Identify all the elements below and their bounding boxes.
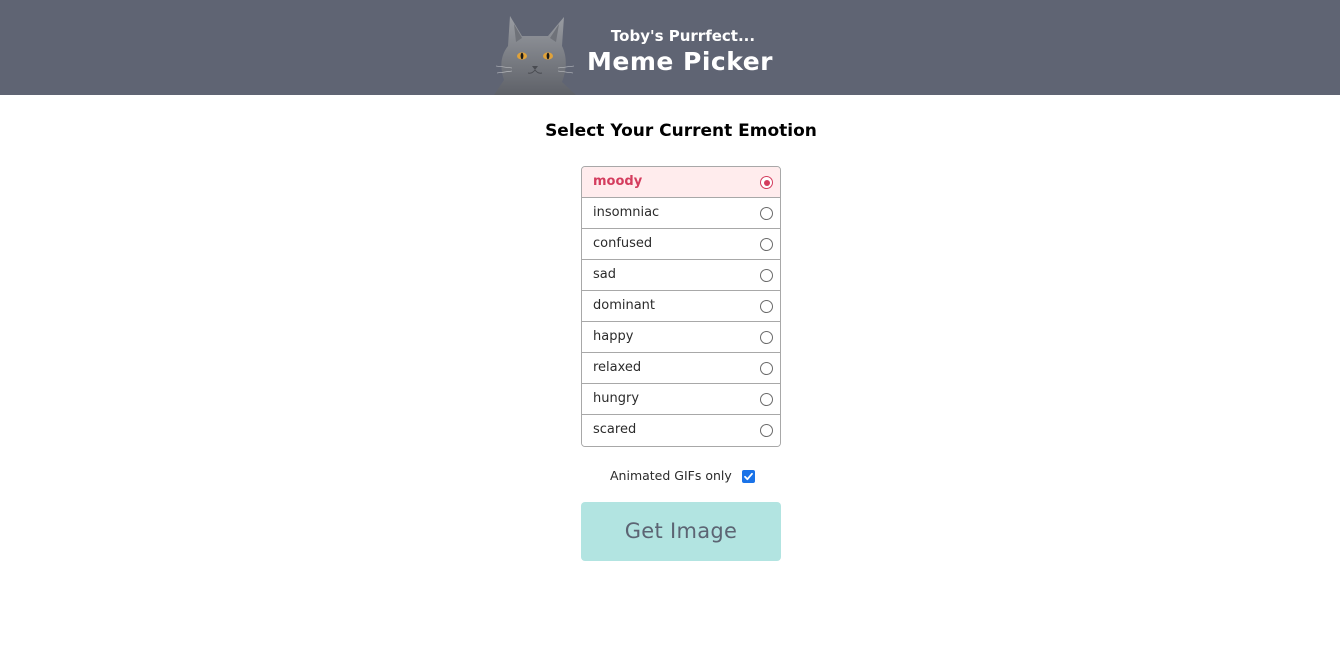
gif-only-checkbox[interactable] (742, 470, 755, 483)
cat-icon (492, 12, 578, 95)
emotion-option-dominant[interactable]: dominant (582, 291, 780, 322)
checkmark-icon (744, 472, 753, 481)
emotion-label: scared (593, 422, 637, 437)
emotion-option-confused[interactable]: confused (582, 229, 780, 260)
emotion-radio[interactable] (760, 269, 773, 282)
site-title-text: Meme Picker (587, 47, 773, 76)
emotion-label: relaxed (593, 360, 642, 375)
emotion-label: confused (593, 236, 653, 251)
emotion-radio[interactable] (760, 362, 773, 375)
emotion-label: hungry (593, 391, 640, 406)
page-heading: Select Your Current Emotion (545, 121, 817, 141)
emotion-radio[interactable] (760, 238, 773, 251)
get-image-button[interactable]: Get Image (581, 502, 781, 561)
emotion-radio[interactable] (760, 331, 773, 344)
emotion-radio[interactable] (760, 424, 773, 437)
emotion-option-moody[interactable]: moody (582, 167, 780, 198)
emotion-label: insomniac (593, 205, 660, 220)
emotion-option-scared[interactable]: scared (582, 415, 780, 446)
site-title: Toby's Purrfect... Meme Picker (587, 26, 792, 78)
emotion-radio-list: moody insomniac confused sad dominant happy re… (581, 166, 781, 447)
emotion-radio[interactable] (760, 393, 773, 406)
emotion-radio[interactable] (760, 300, 773, 313)
emotion-label: moody (593, 174, 643, 189)
emotion-label: sad (593, 267, 616, 282)
emotion-option-sad[interactable]: sad (582, 260, 780, 291)
emotion-option-relaxed[interactable]: relaxed (582, 353, 780, 384)
emotion-label: dominant (593, 298, 656, 313)
site-subtitle: Toby's Purrfect... (610, 27, 756, 45)
emotion-option-happy[interactable]: happy (582, 322, 780, 353)
emotion-radio[interactable] (760, 207, 773, 220)
emotion-option-insomniac[interactable]: insomniac (582, 198, 780, 229)
header-bar: Toby's Purrfect... Meme Picker (0, 0, 1340, 95)
emotion-option-hungry[interactable]: hungry (582, 384, 780, 415)
emotion-label: happy (593, 329, 634, 344)
gif-option-label: Animated GIFs only (610, 468, 732, 483)
radio-selected-dot (763, 179, 770, 186)
emotion-radio[interactable] (760, 176, 773, 189)
